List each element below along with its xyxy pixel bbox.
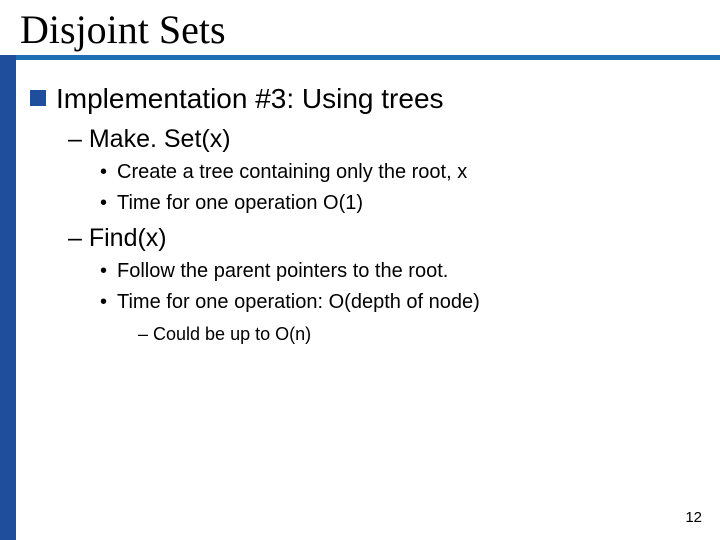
level2-find: – Find(x) [68,223,690,254]
content-area: Implementation #3: Using trees – Make. S… [30,82,690,346]
dot-bullet-icon: • [100,289,107,316]
level3-text: Time for one operation: O(depth of node) [117,289,480,316]
level2-makeset: – Make. Set(x) [68,124,690,155]
slide: Disjoint Sets Implementation #3: Using t… [0,0,720,540]
slide-title: Disjoint Sets [20,6,226,53]
level3-item: • Time for one operation: O(depth of nod… [100,289,690,316]
left-accent-bar [0,55,16,540]
level4-item: – Could be up to O(n) [138,322,690,346]
page-number: 12 [685,509,702,526]
level3-item: • Create a tree containing only the root… [100,159,690,186]
level1-text: Implementation #3: Using trees [56,82,444,116]
level3-text: Follow the parent pointers to the root. [117,258,448,285]
level3-item: • Follow the parent pointers to the root… [100,258,690,285]
bullet-level1: Implementation #3: Using trees [30,82,690,116]
title-underline [0,55,720,60]
level3-text: Create a tree containing only the root, … [117,159,467,186]
dot-bullet-icon: • [100,190,107,217]
level3-text: Time for one operation O(1) [117,190,363,217]
dot-bullet-icon: • [100,258,107,285]
dot-bullet-icon: • [100,159,107,186]
level3-item: • Time for one operation O(1) [100,190,690,217]
square-bullet-icon [30,90,46,106]
